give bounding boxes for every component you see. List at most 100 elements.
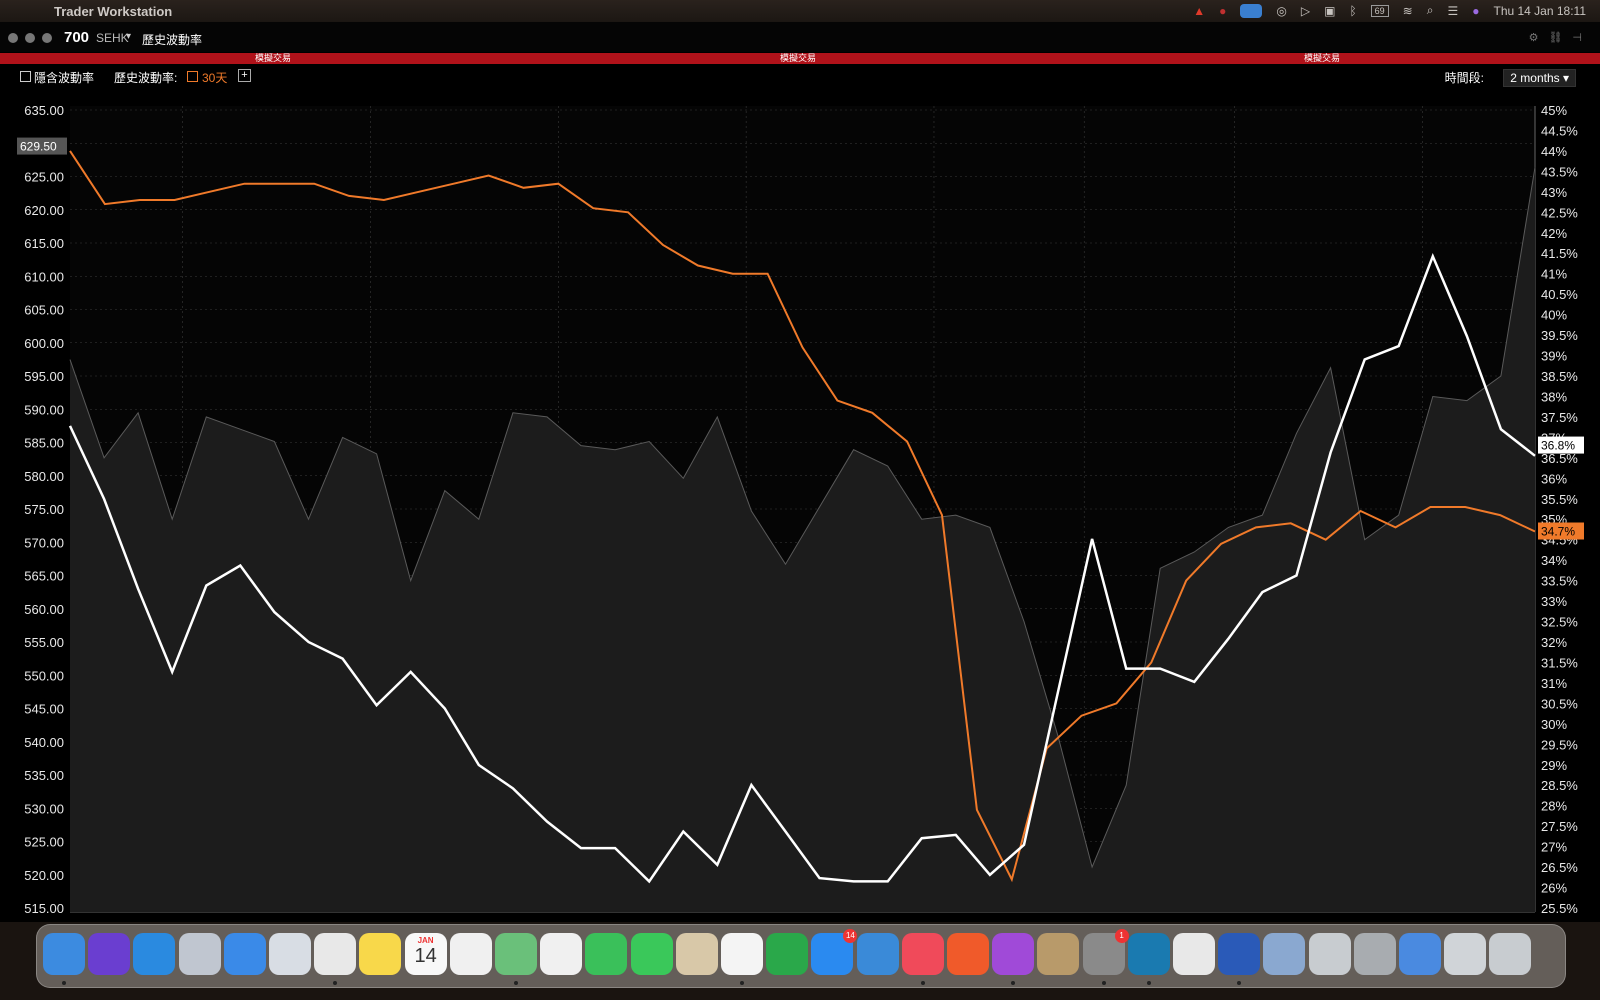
utilities-icon[interactable] bbox=[1353, 933, 1396, 975]
gear-icon[interactable]: ⚙ bbox=[1529, 31, 1539, 44]
right-tick-label: 26.5% bbox=[1541, 860, 1578, 875]
control-center-icon[interactable]: ☰ bbox=[1447, 4, 1458, 18]
left-tick-label: 525.00 bbox=[24, 835, 64, 850]
timeframe-select[interactable]: 2 months ▾ bbox=[1503, 69, 1576, 87]
battery-icon[interactable]: 69 bbox=[1370, 4, 1389, 17]
minimize-button[interactable] bbox=[25, 33, 35, 43]
podcasts-icon[interactable] bbox=[992, 933, 1035, 975]
app-name[interactable]: Trader Workstation bbox=[54, 4, 172, 19]
chart-toolbar: 隱含波動率 歷史波動率: 30天 + 時間段: 2 months ▾ bbox=[0, 66, 1600, 88]
chrome-icon[interactable] bbox=[314, 933, 357, 975]
close-button[interactable] bbox=[8, 33, 18, 43]
left-tick-label: 610.00 bbox=[24, 269, 64, 284]
right-tick-label: 26% bbox=[1541, 881, 1567, 896]
siri-icon[interactable] bbox=[88, 933, 131, 975]
right-tick-label: 43% bbox=[1541, 185, 1567, 200]
record-icon[interactable]: ● bbox=[1219, 4, 1226, 18]
calendar-month: JAN bbox=[417, 936, 434, 945]
left-tick-label: 555.00 bbox=[24, 635, 64, 650]
brave-icon[interactable] bbox=[947, 933, 989, 975]
left-tick-label: 635.00 bbox=[24, 103, 64, 118]
left-tick-label: 540.00 bbox=[24, 735, 64, 750]
tws-window: 700 SEHK ▾ 歷史波動率 ⚙ ⛓ ⊣ 模擬交易 模擬交易 模擬交易 隱含… bbox=[0, 22, 1600, 922]
preview-icon[interactable] bbox=[675, 933, 718, 975]
left-tick-label: 550.00 bbox=[24, 668, 64, 683]
zoom-button[interactable] bbox=[42, 33, 52, 43]
running-indicator bbox=[920, 981, 925, 985]
airdrop-icon[interactable] bbox=[269, 933, 311, 975]
wifi-icon[interactable]: ≋ bbox=[1403, 4, 1413, 18]
finder-icon[interactable] bbox=[43, 933, 85, 975]
trash-icon[interactable] bbox=[1489, 933, 1532, 975]
left-tick-label: 585.00 bbox=[24, 436, 64, 451]
system-preferences-icon[interactable]: 1 bbox=[1082, 929, 1129, 975]
play-icon[interactable]: ▷ bbox=[1301, 4, 1310, 18]
right-tick-label: 30.5% bbox=[1541, 696, 1578, 711]
launchpad-icon[interactable] bbox=[178, 933, 221, 975]
word-icon[interactable] bbox=[1218, 933, 1261, 975]
right-tick-label: 38% bbox=[1541, 389, 1567, 404]
siri-tray-icon[interactable]: ● bbox=[1472, 4, 1479, 18]
exchange-label[interactable]: SEHK bbox=[96, 31, 129, 45]
left-tick-label: 520.00 bbox=[24, 868, 64, 883]
left-tick-label: 605.00 bbox=[24, 303, 64, 318]
left-tick-label: 615.00 bbox=[24, 236, 64, 251]
safari-icon[interactable] bbox=[133, 933, 176, 975]
implied-vol-checkbox[interactable] bbox=[20, 71, 31, 82]
spotlight-icon[interactable]: ⌕ bbox=[1427, 3, 1434, 18]
input-icon[interactable]: ▣ bbox=[1324, 4, 1335, 18]
symbol-label[interactable]: 700 bbox=[64, 29, 89, 46]
chevron-down-icon[interactable]: ▾ bbox=[126, 31, 131, 42]
contacts-icon[interactable] bbox=[1037, 933, 1080, 975]
volatility-chart[interactable]: 515.00 520.00 525.00 530.00 535.00 540.00 545.… bbox=[0, 88, 1600, 922]
textedit-icon[interactable] bbox=[1173, 933, 1215, 975]
calendar-icon[interactable]: JAN 14 bbox=[404, 933, 447, 975]
right-tick-label: 39.5% bbox=[1541, 328, 1578, 343]
facetime-icon[interactable] bbox=[585, 933, 628, 975]
keyboard-viewer-icon[interactable] bbox=[1444, 933, 1487, 975]
calendar-day: 14 bbox=[414, 945, 437, 967]
right-tick-label: 31% bbox=[1541, 676, 1567, 691]
screen-sharing-icon[interactable] bbox=[1263, 933, 1306, 975]
trader-workstation-icon[interactable] bbox=[721, 933, 763, 975]
right-tick-label: 29% bbox=[1541, 758, 1567, 773]
sync-icon[interactable]: ◎ bbox=[1276, 4, 1286, 18]
music-icon[interactable] bbox=[901, 933, 944, 975]
bluetooth-icon[interactable]: ᛒ bbox=[1349, 4, 1356, 18]
messages-icon[interactable] bbox=[630, 933, 673, 975]
left-tick-label: 515.00 bbox=[24, 901, 64, 916]
right-tick-label: 43.5% bbox=[1541, 164, 1578, 179]
right-tick-label: 25.5% bbox=[1541, 901, 1578, 916]
pin-icon[interactable]: ⊣ bbox=[1572, 31, 1582, 44]
reminders-icon[interactable] bbox=[449, 933, 492, 975]
last-price-tag: 629.50 bbox=[20, 140, 57, 154]
left-tick-label: 620.00 bbox=[24, 203, 64, 218]
link-icon[interactable]: ⛓ bbox=[1548, 31, 1562, 44]
right-tick-label: 28.5% bbox=[1541, 778, 1578, 793]
implied-vol-label[interactable]: 隱含波動率 bbox=[34, 69, 94, 86]
tws-status-icon[interactable] bbox=[1240, 3, 1263, 18]
window-tools: ⚙ ⛓ ⊣ bbox=[1529, 31, 1582, 44]
running-indicator bbox=[1146, 981, 1151, 985]
right-tick-label: 30% bbox=[1541, 717, 1567, 732]
add-study-button[interactable]: + bbox=[238, 69, 251, 82]
left-tick-label: 580.00 bbox=[24, 469, 64, 484]
right-tick-label: 28% bbox=[1541, 799, 1567, 814]
keynote-icon[interactable] bbox=[856, 933, 899, 975]
running-indicator bbox=[1101, 981, 1106, 985]
hist-vol-checkbox[interactable] bbox=[187, 71, 198, 82]
notes-icon[interactable] bbox=[359, 933, 402, 975]
edge-browser-icon[interactable] bbox=[1127, 933, 1170, 975]
paper-label-center: 模擬交易 bbox=[780, 53, 817, 63]
warning-icon[interactable]: ▲ bbox=[1193, 4, 1205, 18]
clock[interactable]: Thu 14 Jan 18:11 bbox=[1493, 4, 1586, 18]
maps-icon[interactable] bbox=[495, 933, 537, 975]
mail-icon[interactable] bbox=[223, 933, 266, 975]
folder-documents-icon[interactable] bbox=[1308, 933, 1351, 975]
photos-icon[interactable] bbox=[540, 933, 583, 975]
numbers-icon[interactable] bbox=[766, 933, 809, 975]
transfer-icon[interactable] bbox=[1399, 933, 1441, 975]
app-store-icon[interactable]: 14 bbox=[811, 929, 858, 975]
hist-vol-period[interactable]: 30天 bbox=[202, 69, 227, 86]
right-tick-label: 29.5% bbox=[1541, 737, 1578, 752]
